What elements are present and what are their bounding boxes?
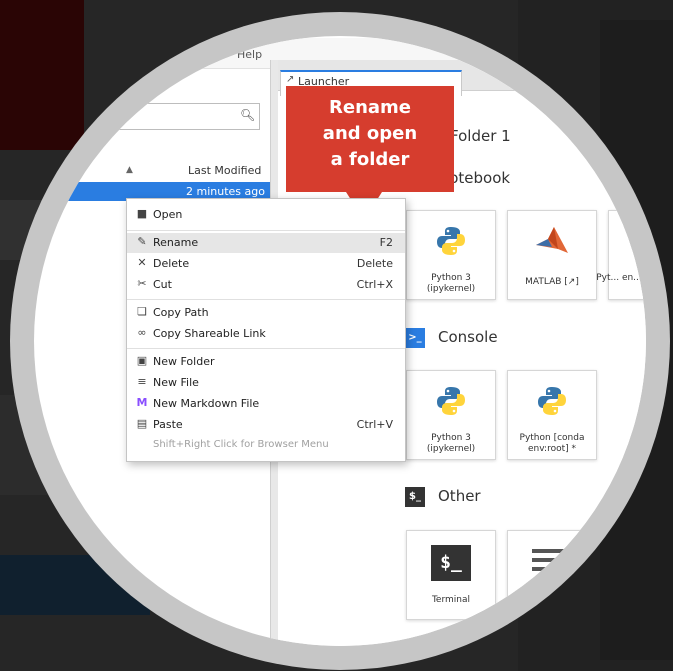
launcher-card-python-conda[interactable]: Python [conda env:root] * [507, 370, 597, 460]
copy-icon: ❏ [137, 305, 147, 318]
menu-item-new-file[interactable]: ≡ New File [127, 373, 405, 393]
console-section-label: Console [438, 328, 498, 346]
menu-item-copy-path[interactable]: ❏ Copy Path [127, 303, 405, 323]
card-label: Python 3 (ipykernel) [426, 433, 476, 454]
callout-line: and open [322, 123, 418, 144]
callout-text: Rename and open a folder [286, 95, 454, 173]
menu-item-label: New Folder [153, 355, 215, 368]
pencil-icon: ✎ [137, 235, 147, 248]
menu-item-open[interactable]: ■ Open [127, 205, 405, 225]
menu-item-label: New Markdown File [153, 397, 260, 410]
link-icon: ∞ [137, 326, 147, 339]
python-logo-icon [538, 387, 566, 415]
menu-item-label: Copy Shareable Link [153, 327, 266, 340]
python-logo-icon [437, 227, 465, 255]
menu-item-shortcut: Ctrl+X [356, 278, 393, 291]
python-logo-icon [437, 387, 465, 415]
menu-item-label: New File [153, 376, 199, 389]
card-label: Python 3 (ipykernel) [426, 273, 476, 294]
scissors-icon: ✂ [137, 277, 147, 290]
menu-item-label: Paste [153, 418, 183, 431]
menu-item-label: Open [153, 208, 183, 221]
menu-separator [127, 348, 405, 349]
folder-icon: ■ [136, 207, 148, 220]
context-menu-hint: Shift+Right Click for Browser Menu [153, 439, 329, 450]
menu-item-delete[interactable]: ✕ Delete Delete [127, 254, 405, 274]
search-icon: 🔍︎ [240, 108, 256, 122]
menu-separator [127, 230, 405, 231]
menu-item-label: Rename [153, 236, 199, 249]
launcher-card-text-file[interactable] [507, 530, 597, 620]
menu-item-cut[interactable]: ✂ Cut Ctrl+X [127, 275, 405, 295]
paste-icon: ▤ [136, 417, 148, 430]
matlab-logo-icon [536, 227, 568, 253]
new-folder-icon: ▣ [136, 354, 148, 367]
menu-item-help[interactable]: Help [237, 48, 262, 61]
card-label: Python [conda env:root] * [519, 433, 585, 454]
menu-item-label: Copy Path [153, 306, 209, 319]
card-label: Pyt... en... [596, 273, 642, 283]
launcher-card-terminal[interactable]: $_ Terminal [406, 530, 496, 620]
card-label: Terminal [431, 595, 471, 605]
menu-item-label: Delete [153, 257, 190, 270]
context-menu: ■ Open ✎ Rename F2 ✕ Delete Delete ✂ Cut… [126, 198, 406, 462]
row-last-modified: 2 minutes ago [186, 185, 265, 198]
launcher-card-python-partial[interactable]: Pyt... en... [596, 210, 646, 300]
menu-item-new-folder[interactable]: ▣ New Folder [127, 352, 405, 372]
menu-item-shortcut: Ctrl+V [356, 418, 393, 431]
menu-item-paste[interactable]: ▤ Paste Ctrl+V [127, 415, 405, 435]
launcher-tab-icon: ↗ [286, 74, 295, 85]
menu-item-copy-shareable-link[interactable]: ∞ Copy Shareable Link [127, 324, 405, 344]
callout-line: a folder [330, 149, 410, 170]
menu-item-new-markdown-file[interactable]: M New Markdown File [127, 394, 405, 414]
menu-item-shortcut: F2 [379, 236, 393, 249]
markdown-icon: M [136, 396, 148, 409]
new-file-icon: ≡ [137, 375, 147, 388]
launcher-card-python3-console[interactable]: Python 3 (ipykernel) [406, 370, 496, 460]
column-last-modified[interactable]: Last Modified [188, 164, 261, 177]
menu-separator [127, 299, 405, 300]
menu-item-label: Cut [153, 278, 172, 291]
text-file-icon [532, 549, 572, 576]
sort-caret-icon[interactable]: ▲ [126, 165, 133, 175]
magnifier-lens: Help 🔍︎ ▲ Last Modified 2 minutes ago ↗ … [34, 36, 646, 646]
other-section-label: Other [438, 487, 481, 505]
x-icon: ✕ [137, 256, 147, 269]
launcher-folder-title: Folder 1 [450, 127, 511, 145]
menu-item-rename[interactable]: ✎ Rename F2 [127, 233, 405, 253]
launcher-card-python3-notebook[interactable]: Python 3 (ipykernel) [406, 210, 496, 300]
callout-line: Rename [329, 97, 411, 118]
terminal-icon: $_ [431, 545, 471, 581]
other-section-icon: $_ [405, 487, 425, 507]
launcher-card-matlab[interactable]: MATLAB [↗] [507, 210, 597, 300]
console-section-icon: >_ [405, 328, 425, 348]
menu-item-shortcut: Delete [356, 257, 393, 270]
file-filter-input[interactable] [60, 103, 260, 130]
